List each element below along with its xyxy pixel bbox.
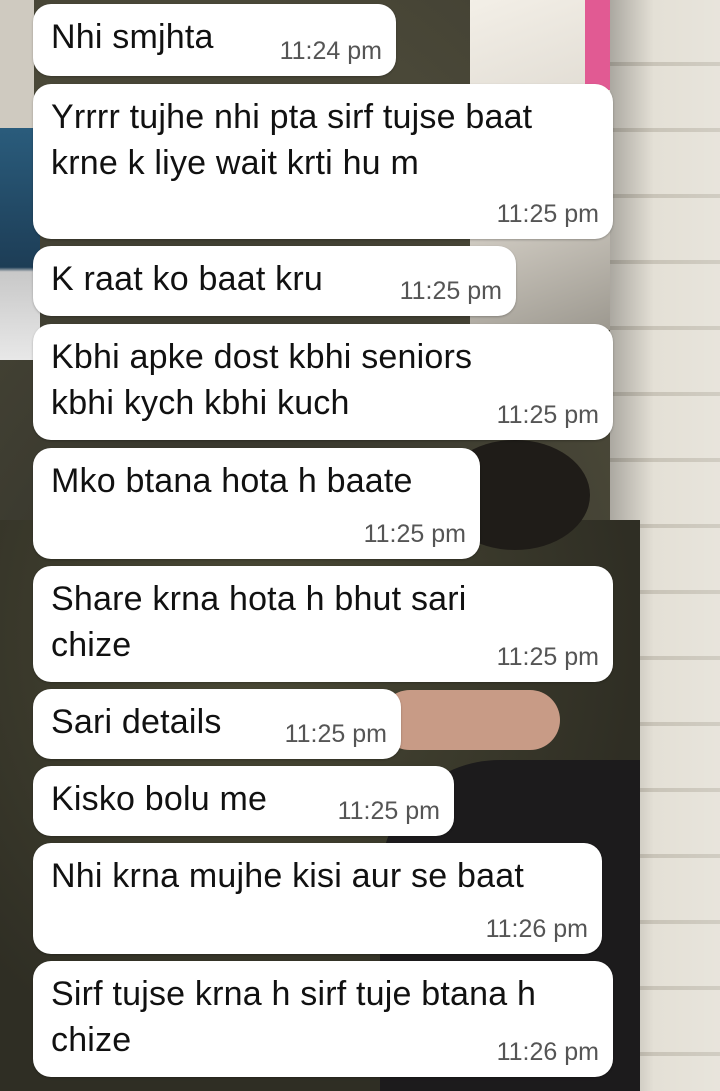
message-time: 11:25 pm xyxy=(284,720,387,748)
message-bubble[interactable]: Nhi smjhta 11:24 pm xyxy=(33,4,396,76)
message-text: Kbhi apke dost kbhi seniors kbhi kych kb… xyxy=(51,338,473,422)
message-bubble[interactable]: K raat ko baat kru 11:25 pm xyxy=(33,246,516,316)
message-time: 11:24 pm xyxy=(279,37,382,65)
message-text: Sari details xyxy=(51,703,222,741)
message-bubble[interactable]: Sirf tujse krna h sirf tuje btana h chiz… xyxy=(33,961,613,1077)
message-bubble[interactable]: Mko btana hota h baate 11:25 pm xyxy=(33,448,480,559)
message-bubble[interactable]: Sari details 11:25 pm xyxy=(33,689,401,759)
message-time: 11:25 pm xyxy=(496,200,599,228)
message-text: Kisko bolu me xyxy=(51,780,268,818)
message-time: 11:26 pm xyxy=(485,915,588,943)
message-text: Yrrrr tujhe nhi pta sirf tujse baat krne… xyxy=(51,98,533,182)
message-bubble[interactable]: Yrrrr tujhe nhi pta sirf tujse baat krne… xyxy=(33,84,613,239)
message-time: 11:25 pm xyxy=(337,797,440,825)
message-text: Mko btana hota h baate xyxy=(51,462,413,500)
message-time: 11:25 pm xyxy=(496,643,599,671)
message-text: Nhi smjhta xyxy=(51,18,214,56)
message-text: Nhi krna mujhe kisi aur se baat xyxy=(51,857,524,895)
message-time: 11:26 pm xyxy=(496,1038,599,1066)
message-text: Share krna hota h bhut sari chize xyxy=(51,580,467,664)
message-bubble[interactable]: Kbhi apke dost kbhi seniors kbhi kych kb… xyxy=(33,324,613,440)
message-bubble[interactable]: Share krna hota h bhut sari chize 11:25 … xyxy=(33,566,613,682)
message-bubble[interactable]: Kisko bolu me 11:25 pm xyxy=(33,766,454,836)
message-time: 11:25 pm xyxy=(496,401,599,429)
message-text: K raat ko baat kru xyxy=(51,260,323,298)
message-time: 11:25 pm xyxy=(363,520,466,548)
message-time: 11:25 pm xyxy=(399,277,502,305)
message-bubble[interactable]: Nhi krna mujhe kisi aur se baat 11:26 pm xyxy=(33,843,602,954)
chat-thread: Nhi smjhta 11:24 pm Yrrrr tujhe nhi pta … xyxy=(0,0,720,1091)
